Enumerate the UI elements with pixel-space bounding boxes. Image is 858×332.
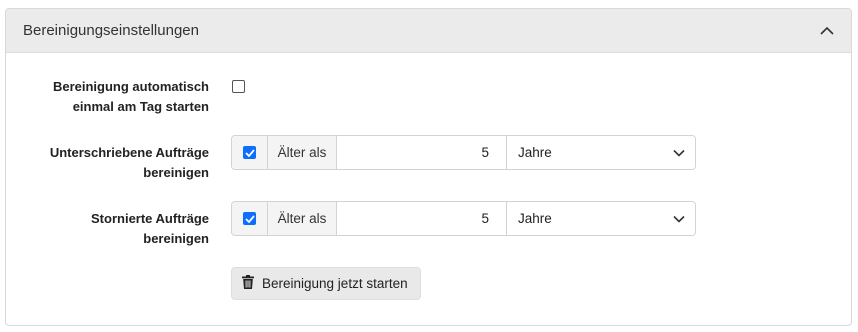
auto-cleanup-checkbox[interactable] xyxy=(232,80,245,93)
signed-orders-checkbox[interactable] xyxy=(243,146,256,159)
panel-title: Bereinigungseinstellungen xyxy=(23,22,199,39)
cancelled-orders-label-line2: bereinigen xyxy=(143,231,209,246)
signed-orders-prefix: Älter als xyxy=(268,136,337,169)
cancelled-orders-years-input[interactable]: 5 xyxy=(337,202,507,235)
chevron-down-icon xyxy=(673,145,685,160)
chevron-up-icon[interactable] xyxy=(817,21,837,41)
cancelled-orders-checkbox[interactable] xyxy=(243,212,256,225)
cancelled-orders-unit-select[interactable]: Jahre xyxy=(507,202,695,235)
auto-cleanup-label: Bereinigung automatisch einmal am Tag st… xyxy=(6,77,209,117)
signed-orders-unit-select[interactable]: Jahre xyxy=(507,136,695,169)
cancelled-orders-label: Stornierte Aufträge bereinigen xyxy=(6,209,209,249)
signed-orders-label-line2: bereinigen xyxy=(143,165,209,180)
signed-orders-check-addon xyxy=(232,136,268,169)
cancelled-orders-prefix: Älter als xyxy=(268,202,337,235)
cancelled-orders-input-group: Älter als 5 Jahre xyxy=(231,201,696,236)
chevron-down-icon xyxy=(673,211,685,226)
cancelled-orders-unit-value: Jahre xyxy=(518,211,552,226)
trash-icon xyxy=(242,275,254,292)
signed-orders-label: Unterschriebene Aufträge bereinigen xyxy=(6,143,209,183)
cancelled-orders-check-addon xyxy=(232,202,268,235)
auto-cleanup-label-line2: einmal am Tag starten xyxy=(72,99,209,114)
signed-orders-years-input[interactable]: 5 xyxy=(337,136,507,169)
auto-cleanup-label-line1: Bereinigung automatisch xyxy=(52,79,209,94)
panel-header[interactable]: Bereinigungseinstellungen xyxy=(6,9,851,53)
signed-orders-input-group: Älter als 5 Jahre xyxy=(231,135,696,170)
cancelled-orders-label-line1: Stornierte Aufträge xyxy=(91,211,209,226)
cleanup-settings-panel: Bereinigungseinstellungen Bereinigung au… xyxy=(5,8,852,326)
signed-orders-unit-value: Jahre xyxy=(518,145,552,160)
start-cleanup-button[interactable]: Bereinigung jetzt starten xyxy=(231,267,421,300)
signed-orders-label-line1: Unterschriebene Aufträge xyxy=(49,145,209,160)
start-cleanup-label: Bereinigung jetzt starten xyxy=(262,276,408,291)
